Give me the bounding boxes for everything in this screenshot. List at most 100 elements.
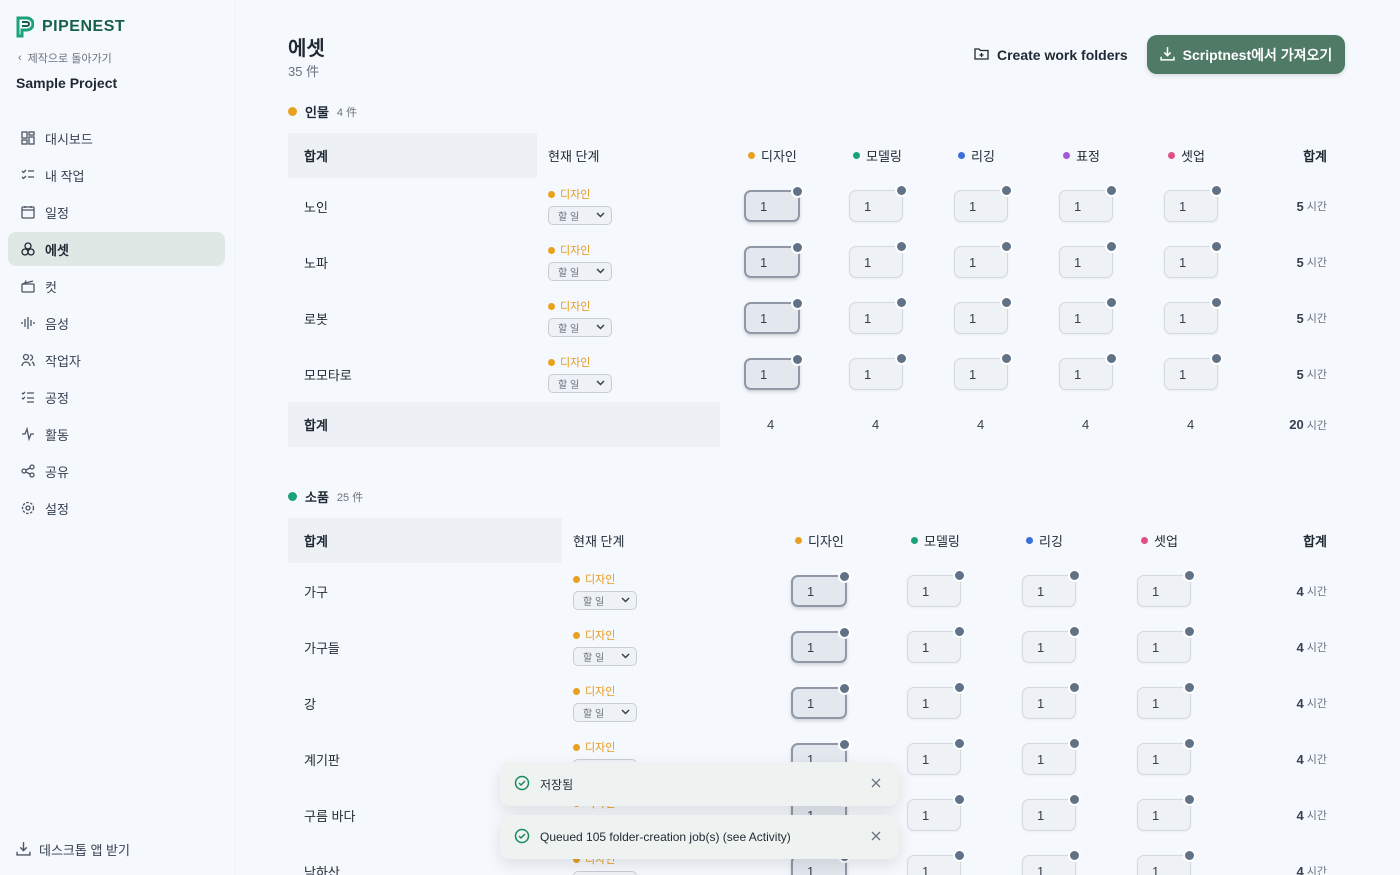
hours-input[interactable]: 1 <box>907 569 966 607</box>
assignee-pin-icon[interactable] <box>1183 569 1196 582</box>
close-icon[interactable] <box>869 776 883 790</box>
status-select[interactable]: 할 일 <box>548 262 612 281</box>
hours-input[interactable]: 1 <box>849 352 908 390</box>
assignee-pin-icon[interactable] <box>953 737 966 750</box>
assignee-pin-icon[interactable] <box>953 793 966 806</box>
asset-name[interactable]: 노인 <box>304 178 328 234</box>
assignee-pin-icon[interactable] <box>791 353 804 366</box>
assignee-pin-icon[interactable] <box>1000 352 1013 365</box>
assignee-pin-icon[interactable] <box>1210 296 1223 309</box>
phase-column-header[interactable]: 표정 <box>1063 133 1100 178</box>
assignee-pin-icon[interactable] <box>838 626 851 639</box>
hours-input[interactable]: 1 <box>1059 184 1118 222</box>
hours-input[interactable]: 1 <box>1022 793 1081 831</box>
hours-input[interactable]: 1 <box>1022 625 1081 663</box>
assignee-pin-icon[interactable] <box>1183 849 1196 862</box>
hours-input[interactable]: 1 <box>907 849 966 875</box>
sidebar-item-dashboard[interactable]: 대시보드 <box>8 121 225 155</box>
status-select[interactable]: 할 일 <box>548 318 612 337</box>
hours-input[interactable]: 1 <box>1059 352 1118 390</box>
hours-input[interactable]: 1 <box>791 626 851 663</box>
phase-column-header[interactable]: 리깅 <box>1026 518 1063 563</box>
hours-input[interactable]: 1 <box>1022 737 1081 775</box>
sidebar-item-activity[interactable]: 활동 <box>8 417 225 451</box>
status-select[interactable]: 할 일 <box>573 871 637 875</box>
sidebar-item-schedule[interactable]: 일정 <box>8 195 225 229</box>
phase-column-header[interactable]: 셋업 <box>1141 518 1178 563</box>
hours-input[interactable]: 1 <box>1137 793 1196 831</box>
hours-input[interactable]: 1 <box>1022 681 1081 719</box>
assignee-pin-icon[interactable] <box>1105 296 1118 309</box>
assignee-pin-icon[interactable] <box>895 184 908 197</box>
back-to-production-link[interactable]: ‹ 제작으로 돌아가기 <box>18 50 112 66</box>
phase-column-header[interactable]: 리깅 <box>958 133 995 178</box>
section-header-characters[interactable]: 인물 4 件 <box>288 102 357 121</box>
assignee-pin-icon[interactable] <box>1068 569 1081 582</box>
create-work-folders-button[interactable]: Create work folders <box>974 44 1128 66</box>
assignee-pin-icon[interactable] <box>1183 737 1196 750</box>
hours-input[interactable]: 1 <box>1164 240 1223 278</box>
assignee-pin-icon[interactable] <box>1068 793 1081 806</box>
assignee-pin-icon[interactable] <box>838 682 851 695</box>
hours-input[interactable]: 1 <box>907 793 966 831</box>
hours-input[interactable]: 1 <box>954 296 1013 334</box>
asset-name[interactable]: 계기판 <box>304 731 340 787</box>
table-row[interactable]: 가구 디자인 할 일 1 1 1 1 4 시간 <box>288 563 1345 619</box>
assignee-pin-icon[interactable] <box>791 185 804 198</box>
phase-column-header[interactable]: 모델링 <box>853 133 902 178</box>
phase-column-header[interactable]: 디자인 <box>795 518 844 563</box>
assignee-pin-icon[interactable] <box>1068 681 1081 694</box>
table-row[interactable]: 로봇 디자인 할 일 1 1 1 1 1 5 시간 <box>288 290 1345 346</box>
table-row[interactable]: 노인 디자인 할 일 1 1 1 1 1 5 시간 <box>288 178 1345 234</box>
hours-input[interactable]: 1 <box>1137 737 1196 775</box>
hours-input[interactable]: 1 <box>744 353 804 390</box>
assignee-pin-icon[interactable] <box>1000 240 1013 253</box>
asset-name[interactable]: 가구 <box>304 563 328 619</box>
sidebar-item-settings[interactable]: 설정 <box>8 491 225 525</box>
download-desktop-app-link[interactable]: 데스크톱 앱 받기 <box>16 840 130 859</box>
assignee-pin-icon[interactable] <box>953 849 966 862</box>
sidebar-item-share[interactable]: 공유 <box>8 454 225 488</box>
assignee-pin-icon[interactable] <box>1068 625 1081 638</box>
phase-column-header[interactable]: 셋업 <box>1168 133 1205 178</box>
assignee-pin-icon[interactable] <box>1183 681 1196 694</box>
hours-input[interactable]: 1 <box>849 184 908 222</box>
assignee-pin-icon[interactable] <box>1210 240 1223 253</box>
hours-input[interactable]: 1 <box>954 184 1013 222</box>
asset-name[interactable]: 모모타로 <box>304 346 352 402</box>
hours-input[interactable]: 1 <box>791 682 851 719</box>
hours-input[interactable]: 1 <box>1164 352 1223 390</box>
hours-input[interactable]: 1 <box>1137 569 1196 607</box>
hours-input[interactable]: 1 <box>791 570 851 607</box>
hours-input[interactable]: 1 <box>1137 625 1196 663</box>
brand[interactable]: PIPENEST <box>16 16 125 38</box>
assignee-pin-icon[interactable] <box>838 738 851 751</box>
hours-input[interactable]: 1 <box>1137 849 1196 875</box>
hours-input[interactable]: 1 <box>954 240 1013 278</box>
assignee-pin-icon[interactable] <box>838 570 851 583</box>
table-row[interactable]: 모모타로 디자인 할 일 1 1 1 1 1 5 시간 <box>288 346 1345 402</box>
assignee-pin-icon[interactable] <box>1210 184 1223 197</box>
asset-name[interactable]: 가구들 <box>304 619 340 675</box>
assignee-pin-icon[interactable] <box>953 625 966 638</box>
hours-input[interactable]: 1 <box>1059 240 1118 278</box>
hours-input[interactable]: 1 <box>1137 681 1196 719</box>
import-from-scriptnest-button[interactable]: Scriptnest에서 가져오기 <box>1147 35 1345 74</box>
assignee-pin-icon[interactable] <box>791 241 804 254</box>
table-row[interactable]: 강 디자인 할 일 1 1 1 1 4 시간 <box>288 675 1345 731</box>
hours-input[interactable]: 1 <box>849 296 908 334</box>
assignee-pin-icon[interactable] <box>1105 240 1118 253</box>
assignee-pin-icon[interactable] <box>895 352 908 365</box>
phase-column-header[interactable]: 모델링 <box>911 518 960 563</box>
assignee-pin-icon[interactable] <box>953 681 966 694</box>
hours-input[interactable]: 1 <box>1022 849 1081 875</box>
assignee-pin-icon[interactable] <box>1000 184 1013 197</box>
hours-input[interactable]: 1 <box>1022 569 1081 607</box>
hours-input[interactable]: 1 <box>907 625 966 663</box>
status-select[interactable]: 할 일 <box>573 647 637 666</box>
asset-name[interactable]: 노파 <box>304 234 328 290</box>
close-icon[interactable] <box>869 829 883 843</box>
assignee-pin-icon[interactable] <box>1105 184 1118 197</box>
assignee-pin-icon[interactable] <box>1183 793 1196 806</box>
assignee-pin-icon[interactable] <box>1068 849 1081 862</box>
